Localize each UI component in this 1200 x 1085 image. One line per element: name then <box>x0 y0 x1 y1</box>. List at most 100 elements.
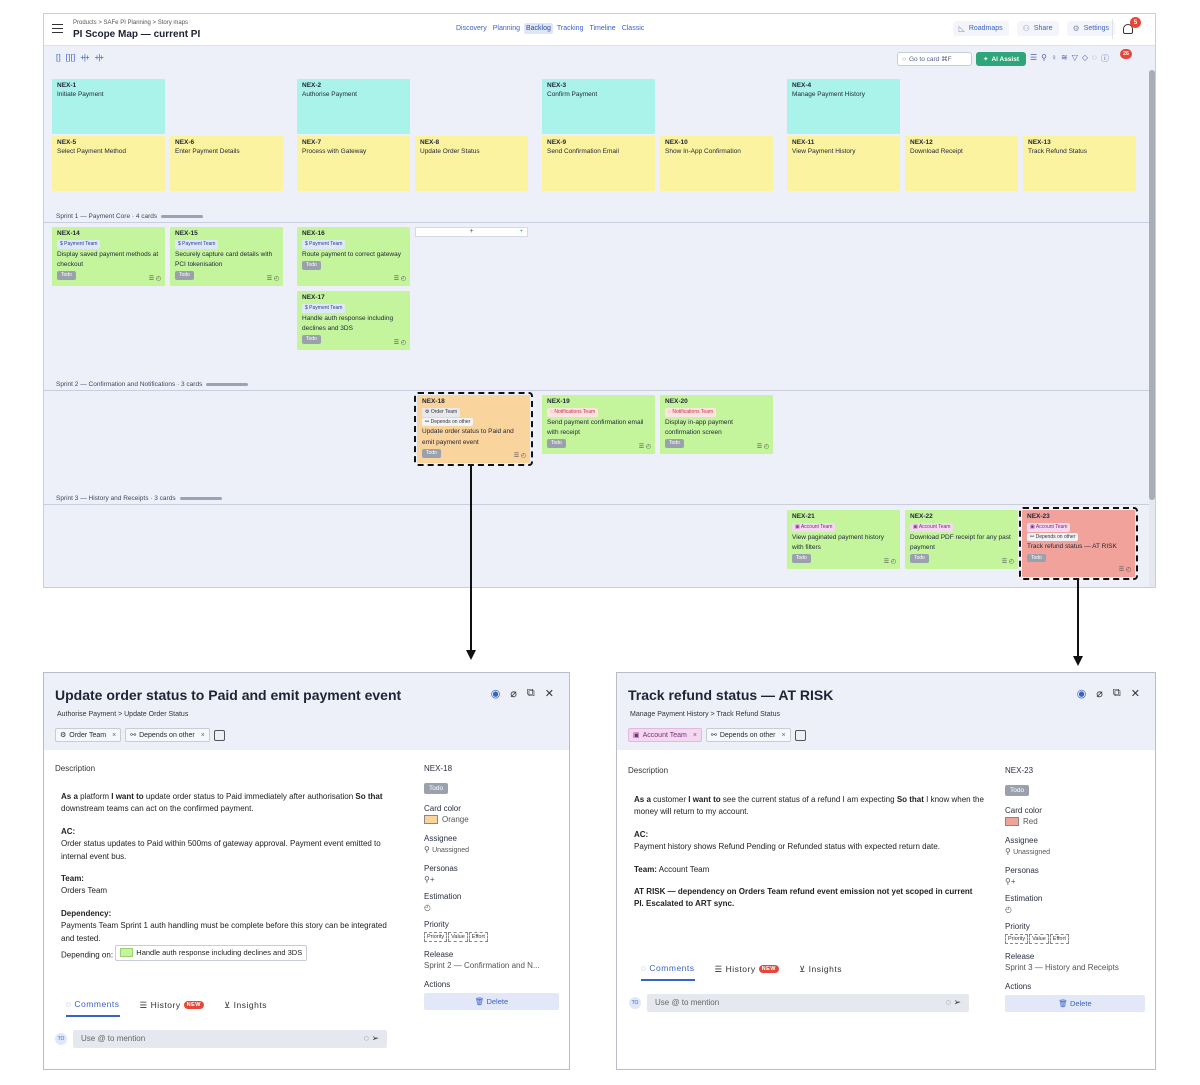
story-card[interactable]: NEX-20 ◌ Notifications Team Display in-a… <box>660 395 773 454</box>
feature-card[interactable]: NEX-9 Send Confirmation Email <box>542 136 655 191</box>
send-icon[interactable]: ◌ ➢ <box>946 997 961 1008</box>
story-card[interactable]: NEX-17 $ Payment Team Handle auth respon… <box>297 291 410 350</box>
feature-card[interactable]: NEX-6 Enter Payment Details <box>170 136 283 191</box>
story-card[interactable]: NEX-22 ▣ Account Team Download PDF recei… <box>905 510 1018 569</box>
expand-icon[interactable]: [ ] <box>56 53 61 62</box>
dependency-tag[interactable]: ⚯ Depends on other × <box>705 728 791 742</box>
story-card[interactable]: NEX-14 $ Payment Team Display saved paym… <box>52 227 165 286</box>
collapse-icon[interactable]: [ ] [ ] <box>66 53 76 62</box>
paperclip-icon[interactable]: ⌀ <box>1096 687 1103 700</box>
feature-card[interactable]: NEX-7 Process with Gateway <box>297 136 410 191</box>
breadcrumb[interactable]: Products > SAFe PI Planning > Story maps <box>73 20 188 26</box>
delete-button[interactable]: 🗑 Delete <box>1005 995 1145 1013</box>
panel-title[interactable]: Update order status to Paid and emit pay… <box>55 687 401 703</box>
feature-card[interactable]: NEX-13 Track Refund Status <box>1023 136 1136 191</box>
sliders-icon[interactable]: ≋ <box>1061 53 1068 64</box>
tab-backlog[interactable]: Backlog <box>523 23 553 34</box>
epic-card[interactable]: NEX-4 Manage Payment History <box>787 79 900 134</box>
panel-breadcrumb[interactable]: Authorise Payment > Update Order Status <box>57 711 188 718</box>
description-body[interactable]: As a platform I want to update order sta… <box>61 791 401 972</box>
scroll-thumb[interactable] <box>1149 70 1155 500</box>
eye-icon[interactable]: ◉ <box>491 687 501 700</box>
vertical-scrollbar[interactable] <box>1149 70 1155 587</box>
release-value[interactable]: Sprint 2 — Confirmation and N... <box>424 961 559 970</box>
info-icon[interactable]: ⓘ <box>1101 53 1109 64</box>
settings-button[interactable]: ⚙ Settings <box>1066 21 1115 36</box>
assignee-value[interactable]: ⚲ Unassigned <box>1005 847 1145 856</box>
tab-classic[interactable]: Classic <box>620 23 647 34</box>
tab-insights[interactable]: ⊻ Insights <box>799 964 842 981</box>
comment-input[interactable]: Use @ to mention ◌ ➢ <box>73 1030 387 1048</box>
ai-assist-button[interactable]: ✦ AI Assist <box>976 52 1026 66</box>
feature-card[interactable]: NEX-10 Show In-App Confirmation <box>660 136 773 191</box>
close-icon[interactable]: × <box>201 732 205 739</box>
release-value[interactable]: Sprint 3 — History and Receipts <box>1005 963 1145 972</box>
split-icon[interactable]: +|+ <box>80 53 89 62</box>
add-tag-icon[interactable] <box>794 729 806 741</box>
dependency-tag[interactable]: ⚯ Depends on other × <box>125 728 210 742</box>
copy-icon[interactable]: ⧉ <box>1113 687 1121 700</box>
panel-breadcrumb[interactable]: Manage Payment History > Track Refund St… <box>630 711 780 718</box>
feature-card[interactable]: NEX-5 Select Payment Method <box>52 136 165 191</box>
merge-icon[interactable]: +|+ <box>95 53 104 62</box>
priority-chips[interactable]: Priority Value Effort <box>1005 933 1145 945</box>
story-card[interactable]: NEX-16 $ Payment Team Route payment to c… <box>297 227 410 286</box>
filter-icon[interactable]: ▽ <box>1072 53 1078 64</box>
epic-card[interactable]: NEX-1 Initiate Payment <box>52 79 165 134</box>
epic-card[interactable]: NEX-2 Authorise Payment <box>297 79 410 134</box>
tab-discovery[interactable]: Discovery <box>454 23 489 34</box>
goto-card-search[interactable]: ○ Go to card ⌘F <box>897 52 972 66</box>
add-card-slot[interactable]: + + <box>415 227 528 237</box>
close-icon[interactable]: × <box>112 732 116 739</box>
team-tag[interactable]: ⚙ Order Team × <box>55 728 122 742</box>
status-badge[interactable]: Todo <box>1005 785 1030 796</box>
priority-chips[interactable]: Priority Value Effort <box>424 931 559 943</box>
card-color-value[interactable]: Orange <box>424 815 559 825</box>
notifications-bell[interactable]: 5 <box>1121 17 1141 36</box>
tab-history[interactable]: ☰ History NEW <box>140 1000 204 1017</box>
delete-button[interactable]: 🗑 Delete <box>424 993 559 1011</box>
status-badge[interactable]: Todo <box>424 783 449 794</box>
sprint-label[interactable]: Sprint 1 — Payment Core · 4 cards <box>56 213 204 220</box>
story-card[interactable]: NEX-15 $ Payment Team Securely capture c… <box>170 227 283 286</box>
menu-icon[interactable] <box>52 24 63 33</box>
feature-card[interactable]: NEX-11 View Payment History <box>787 136 900 191</box>
tag-icon[interactable]: ◇ <box>1082 53 1088 64</box>
add-tag-icon[interactable] <box>213 729 225 741</box>
sprint-label[interactable]: Sprint 2 — Confirmation and Notification… <box>56 381 249 388</box>
add-persona-icon[interactable]: ⚲+ <box>1005 877 1145 886</box>
description-body[interactable]: As a customer I want to see the current … <box>634 794 984 921</box>
feature-card[interactable]: NEX-8 Update Order Status <box>415 136 528 191</box>
tab-comments[interactable]: ◌ Comments <box>66 999 120 1017</box>
tab-comments[interactable]: ◌ Comments <box>641 963 695 981</box>
eye-icon[interactable]: ◉ <box>1077 687 1087 700</box>
tab-timeline[interactable]: Timeline <box>587 23 617 34</box>
roadmaps-button[interactable]: ◺ Roadmaps <box>952 21 1009 36</box>
tab-tracking[interactable]: Tracking <box>555 23 586 34</box>
tab-insights[interactable]: ⊻ Insights <box>224 1000 267 1017</box>
epic-card[interactable]: NEX-3 Confirm Payment <box>542 79 655 134</box>
story-card[interactable]: NEX-21 ▣ Account Team View paginated pay… <box>787 510 900 569</box>
add-icon[interactable]: + <box>519 228 523 236</box>
add-persona-icon[interactable]: ⚲+ <box>424 875 559 884</box>
sprint-label[interactable]: Sprint 3 — History and Receipts · 3 card… <box>56 495 222 502</box>
tab-history[interactable]: ☰ History NEW <box>715 964 779 981</box>
share-button[interactable]: ⚇ Share <box>1016 21 1059 36</box>
story-card-selected[interactable]: NEX-23 ▣ Account Team ⚯ Depends on other… <box>1019 507 1138 580</box>
story-card-selected[interactable]: NEX-18 ⚙ Order Team ⚯ Depends on other U… <box>414 392 533 466</box>
list-icon[interactable]: ☰ <box>1030 53 1037 64</box>
dependency-card-link[interactable]: Handle auth response including declines … <box>115 944 308 961</box>
team-tag[interactable]: ▣ Account Team × <box>628 728 702 742</box>
estimation-icon[interactable]: ◴ <box>1005 905 1145 914</box>
close-icon[interactable]: ✕ <box>545 687 554 700</box>
close-icon[interactable]: × <box>693 732 697 739</box>
estimation-icon[interactable]: ◴ <box>424 903 559 912</box>
feature-card[interactable]: NEX-12 Download Receipt <box>905 136 1018 191</box>
card-color-value[interactable]: Red <box>1005 817 1145 827</box>
story-card[interactable]: NEX-19 ◌ Notifications Team Send payment… <box>542 395 655 454</box>
paperclip-icon[interactable]: ⌀ <box>510 687 517 700</box>
copy-icon[interactable]: ⧉ <box>527 687 535 700</box>
tab-planning[interactable]: Planning <box>491 23 522 34</box>
comment-input[interactable]: Use @ to mention ◌ ➢ <box>647 994 969 1012</box>
close-icon[interactable]: ✕ <box>1131 687 1140 700</box>
